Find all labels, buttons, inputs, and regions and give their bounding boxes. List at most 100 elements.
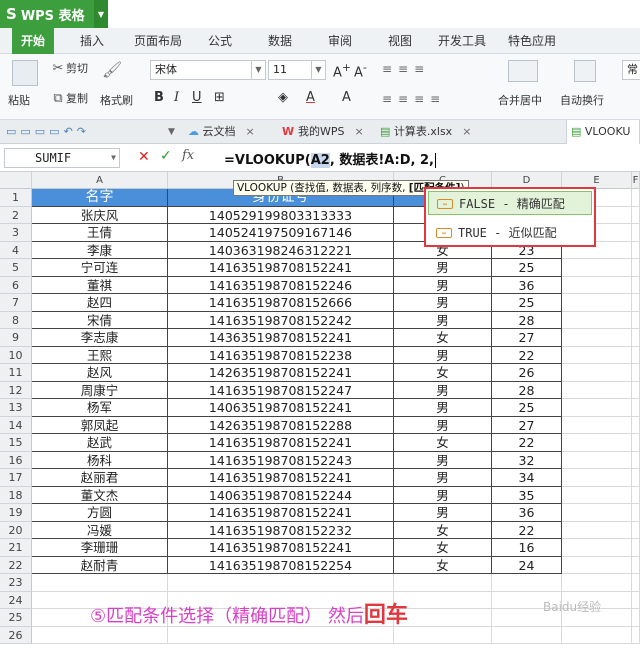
- table-cell[interactable]: 36: [492, 276, 562, 294]
- tab-calc-xlsx[interactable]: ▤ 计算表.xlsx ×: [380, 120, 471, 144]
- empty-cell[interactable]: [632, 329, 640, 347]
- wps-menu-button[interactable]: S WPS 表格 ▼: [0, 0, 108, 28]
- decrease-font-icon[interactable]: A-: [354, 61, 367, 80]
- table-cell[interactable]: 赵丽君: [32, 469, 168, 487]
- row-header[interactable]: 19: [0, 504, 32, 522]
- table-cell[interactable]: 男: [394, 416, 492, 434]
- table-cell[interactable]: 141635198708152241: [168, 469, 394, 487]
- empty-cell[interactable]: [562, 521, 632, 539]
- chevron-down-icon[interactable]: ▼: [94, 0, 108, 28]
- table-cell[interactable]: 女: [394, 521, 492, 539]
- copy-button[interactable]: ⧉ 复制: [50, 90, 88, 107]
- table-cell[interactable]: 25: [492, 399, 562, 417]
- row-header[interactable]: 11: [0, 364, 32, 382]
- empty-cell[interactable]: [632, 539, 640, 557]
- table-cell[interactable]: 女: [394, 434, 492, 452]
- table-cell[interactable]: 男: [394, 276, 492, 294]
- table-cell[interactable]: 141635198708152241: [168, 504, 394, 522]
- row-header[interactable]: 12: [0, 381, 32, 399]
- empty-cell[interactable]: [562, 469, 632, 487]
- row-header[interactable]: 17: [0, 469, 32, 487]
- empty-cell[interactable]: [632, 469, 640, 487]
- empty-cell[interactable]: [562, 259, 632, 277]
- row-header[interactable]: 21: [0, 539, 32, 557]
- row-header[interactable]: 18: [0, 486, 32, 504]
- table-cell[interactable]: 赵风: [32, 364, 168, 382]
- empty-cell[interactable]: [632, 416, 640, 434]
- table-cell[interactable]: 26: [492, 364, 562, 382]
- table-cell[interactable]: 141635198708152243: [168, 451, 394, 469]
- align-horizontal-icons[interactable]: ≡≡≡≡: [382, 92, 446, 106]
- row-header[interactable]: 20: [0, 521, 32, 539]
- row-header[interactable]: 1: [0, 189, 32, 207]
- italic-icon[interactable]: I: [174, 90, 179, 105]
- row-header[interactable]: 4: [0, 241, 32, 259]
- table-cell[interactable]: 27: [492, 416, 562, 434]
- row-header[interactable]: 24: [0, 591, 32, 609]
- confirm-icon[interactable]: ✓: [160, 148, 172, 164]
- empty-cell[interactable]: [394, 609, 492, 627]
- empty-cell[interactable]: [632, 364, 640, 382]
- empty-cell[interactable]: [632, 486, 640, 504]
- format-painter-button[interactable]: 格式刷: [100, 92, 133, 108]
- table-cell[interactable]: 28: [492, 381, 562, 399]
- empty-cell[interactable]: [562, 399, 632, 417]
- empty-cell[interactable]: [168, 626, 394, 644]
- table-cell[interactable]: 140529199803313333: [168, 206, 394, 224]
- font-name-select[interactable]: 宋体 ▼: [150, 60, 266, 80]
- table-cell[interactable]: 男: [394, 311, 492, 329]
- table-cell[interactable]: 方圆: [32, 504, 168, 522]
- table-cell[interactable]: 141635198708152247: [168, 381, 394, 399]
- number-format-select[interactable]: 常: [622, 60, 640, 80]
- empty-cell[interactable]: [632, 521, 640, 539]
- tab-special[interactable]: 特色应用: [502, 28, 562, 54]
- column-header-f[interactable]: F: [632, 172, 640, 189]
- fill-color-icon[interactable]: ◈: [278, 90, 288, 105]
- empty-cell[interactable]: [632, 224, 640, 242]
- quick-access-icons[interactable]: ▭▭▭▭↶↷: [6, 120, 90, 144]
- table-cell[interactable]: 男: [394, 469, 492, 487]
- empty-cell[interactable]: [632, 626, 640, 644]
- table-cell[interactable]: 27: [492, 329, 562, 347]
- table-cell[interactable]: 25: [492, 259, 562, 277]
- table-cell[interactable]: 赵四: [32, 294, 168, 312]
- empty-cell[interactable]: [394, 626, 492, 644]
- empty-cell[interactable]: [562, 311, 632, 329]
- tab-data[interactable]: 数据: [260, 28, 300, 54]
- row-header[interactable]: 7: [0, 294, 32, 312]
- table-cell[interactable]: 男: [394, 346, 492, 364]
- autocomplete-item-true[interactable]: ↔ TRUE - 近似匹配: [428, 221, 592, 245]
- table-cell[interactable]: 36: [492, 504, 562, 522]
- table-cell[interactable]: 24: [492, 556, 562, 574]
- name-box[interactable]: SUMIF ▼: [4, 148, 120, 168]
- table-cell[interactable]: 男: [394, 381, 492, 399]
- column-header-a[interactable]: A: [32, 172, 168, 189]
- empty-cell[interactable]: [632, 556, 640, 574]
- merge-center-button[interactable]: 合并居中: [498, 92, 542, 108]
- table-cell[interactable]: 女: [394, 329, 492, 347]
- close-icon[interactable]: ×: [246, 125, 255, 138]
- empty-cell[interactable]: [632, 609, 640, 627]
- close-icon[interactable]: ×: [462, 125, 471, 138]
- empty-cell[interactable]: [562, 364, 632, 382]
- empty-cell[interactable]: [562, 346, 632, 364]
- tab-view[interactable]: 视图: [380, 28, 420, 54]
- font-color-icon[interactable]: A: [306, 90, 315, 105]
- table-cell[interactable]: 142635198708152241: [168, 364, 394, 382]
- row-header[interactable]: 22: [0, 556, 32, 574]
- table-cell[interactable]: 男: [394, 451, 492, 469]
- table-cell[interactable]: 141635198708152241: [168, 434, 394, 452]
- table-cell[interactable]: 140524197509167146: [168, 224, 394, 242]
- row-header[interactable]: 26: [0, 626, 32, 644]
- bold-icon[interactable]: B: [154, 90, 164, 105]
- table-cell[interactable]: 女: [394, 556, 492, 574]
- empty-cell[interactable]: [632, 591, 640, 609]
- font-size-select[interactable]: 11 ▼: [268, 60, 326, 80]
- empty-cell[interactable]: [632, 276, 640, 294]
- empty-cell[interactable]: [562, 329, 632, 347]
- table-cell[interactable]: 141635198708152238: [168, 346, 394, 364]
- table-cell[interactable]: 女: [394, 539, 492, 557]
- table-cell[interactable]: 22: [492, 434, 562, 452]
- tab-vlookup[interactable]: ▤ VLOOKU: [566, 120, 640, 144]
- close-icon[interactable]: ×: [354, 125, 363, 138]
